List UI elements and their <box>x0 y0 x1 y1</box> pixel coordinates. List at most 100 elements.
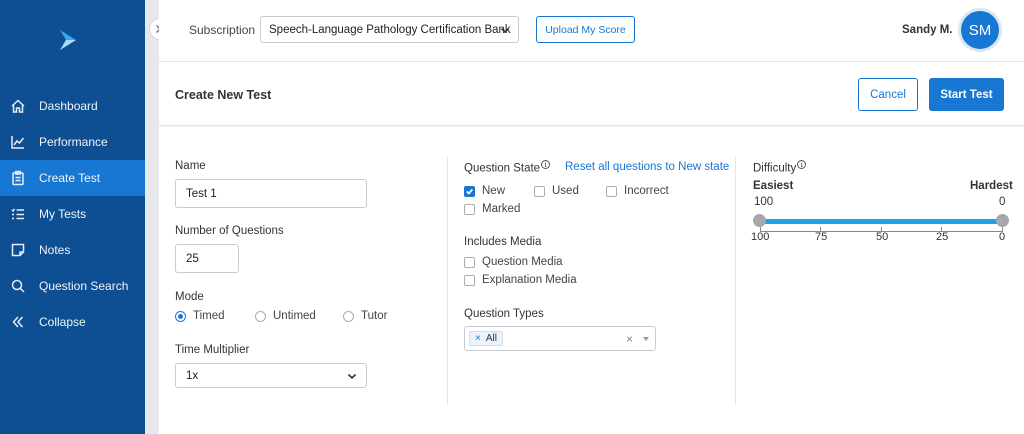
difficulty-easiest-label: Easiest <box>753 180 794 192</box>
subscription-label: Subscription <box>189 23 256 37</box>
mode-option-label: Timed <box>193 310 225 322</box>
checkbox-label: New <box>482 185 506 197</box>
checkbox-label: Used <box>552 185 579 197</box>
avatar[interactable]: SM <box>958 8 1002 52</box>
sidebar-item-collapse[interactable]: Collapse <box>0 304 145 340</box>
caret-down-icon <box>643 337 649 341</box>
sidebar-item-my-tests[interactable]: My Tests <box>0 196 145 232</box>
cancel-button[interactable]: Cancel <box>858 78 918 111</box>
sidebar-item-question-search[interactable]: Question Search <box>0 268 145 304</box>
mode-untimed-radio[interactable]: Untimed <box>255 310 316 322</box>
name-value: Test 1 <box>186 187 217 200</box>
scale-tick-label: 100 <box>751 231 770 243</box>
scale-tick-label: 75 <box>815 231 828 243</box>
info-icon[interactable]: i <box>797 160 807 169</box>
sidebar-item-label: Notes <box>39 243 71 257</box>
name-input[interactable]: Test 1 <box>175 179 367 208</box>
start-test-button[interactable]: Start Test <box>929 78 1004 111</box>
difficulty-slider-max-handle[interactable] <box>996 214 1009 227</box>
state-new-checkbox[interactable]: New <box>464 185 505 197</box>
checkbox-unchecked-icon <box>464 274 475 286</box>
question-state-label: Question State i <box>464 160 551 174</box>
state-incorrect-checkbox[interactable]: Incorrect <box>606 185 669 197</box>
num-questions-input[interactable]: 25 <box>175 244 239 273</box>
difficulty-label: Difficulty i <box>753 160 807 174</box>
sidebar: Dashboard Performance Create Test My Tes… <box>0 0 145 434</box>
num-questions-label: Number of Questions <box>175 225 284 237</box>
sidebar-item-dashboard[interactable]: Dashboard <box>0 88 145 124</box>
line-chart-icon <box>10 134 26 150</box>
user-name: Sandy M. <box>902 24 953 36</box>
upload-score-button[interactable]: Upload My Score <box>536 16 635 43</box>
mode-option-label: Untimed <box>273 310 316 322</box>
mode-timed-radio[interactable]: Timed <box>175 310 225 322</box>
create-test-form: Name Test 1 Number of Questions 25 Mode … <box>159 127 1024 434</box>
mode-tutor-radio[interactable]: Tutor <box>343 310 387 322</box>
radio-checked-icon <box>175 310 186 322</box>
home-icon <box>10 98 26 114</box>
checkbox-label: Question Media <box>482 256 563 268</box>
difficulty-slider-min-handle[interactable] <box>753 214 766 227</box>
explanation-media-checkbox[interactable]: Explanation Media <box>464 274 577 286</box>
column-divider <box>735 157 736 405</box>
sidebar-item-notes[interactable]: Notes <box>0 232 145 268</box>
subscription-value: Speech-Language Pathology Certification … <box>269 23 511 36</box>
info-icon[interactable]: i <box>541 160 551 169</box>
reset-questions-link[interactable]: Reset all questions to New state <box>565 161 729 173</box>
num-questions-value: 25 <box>186 252 199 265</box>
checkbox-label: Marked <box>482 203 521 215</box>
name-label: Name <box>175 160 206 172</box>
sidebar-item-label: Dashboard <box>39 99 98 113</box>
state-used-checkbox[interactable]: Used <box>534 185 579 197</box>
column-divider <box>447 157 448 405</box>
double-chevron-left-icon <box>10 314 26 330</box>
top-header: Subscription Speech-Language Pathology C… <box>159 0 1024 62</box>
question-types-select[interactable]: × All × <box>464 326 656 351</box>
time-multiplier-value: 1x <box>186 369 199 382</box>
list-icon <box>10 206 26 222</box>
checkbox-label: Incorrect <box>624 185 669 197</box>
checkbox-label: Explanation Media <box>482 274 577 286</box>
question-type-tag: × All <box>469 331 503 346</box>
subscription-select[interactable]: Speech-Language Pathology Certification … <box>260 16 519 43</box>
clipboard-icon <box>10 170 26 186</box>
sidebar-nav: Dashboard Performance Create Test My Tes… <box>0 88 145 340</box>
checkbox-unchecked-icon <box>534 185 545 197</box>
checkbox-unchecked-icon <box>464 256 475 268</box>
question-types-label: Question Types <box>464 308 544 320</box>
chevron-down-icon <box>347 371 357 384</box>
sidebar-item-label: Question Search <box>39 279 129 293</box>
chevron-down-icon <box>500 25 510 38</box>
sidebar-edge <box>145 0 159 434</box>
checkbox-checked-icon <box>464 185 475 197</box>
search-icon <box>10 278 26 294</box>
note-icon <box>10 242 26 258</box>
page-toolbar: Create New Test Cancel Start Test <box>159 62 1024 126</box>
sidebar-item-label: Performance <box>39 135 108 149</box>
page-title: Create New Test <box>175 88 272 102</box>
time-multiplier-select[interactable]: 1x <box>175 363 367 388</box>
question-media-checkbox[interactable]: Question Media <box>464 256 563 268</box>
logo-icon <box>60 30 76 50</box>
checkbox-unchecked-icon <box>464 203 475 215</box>
scale-tick-label: 0 <box>999 231 1006 243</box>
sidebar-item-label: Collapse <box>39 315 86 329</box>
difficulty-max-value: 0 <box>999 196 1006 208</box>
mode-label: Mode <box>175 291 204 303</box>
sidebar-item-label: My Tests <box>39 207 87 221</box>
difficulty-slider-track[interactable] <box>759 219 1002 224</box>
state-marked-checkbox[interactable]: Marked <box>464 203 520 215</box>
mode-option-label: Tutor <box>361 310 388 322</box>
sidebar-item-create-test[interactable]: Create Test <box>0 160 145 196</box>
time-multiplier-label: Time Multiplier <box>175 344 250 356</box>
sidebar-item-performance[interactable]: Performance <box>0 124 145 160</box>
includes-media-label: Includes Media <box>464 236 542 248</box>
scale-tick-label: 50 <box>876 231 889 243</box>
sidebar-item-label: Create Test <box>39 171 101 185</box>
difficulty-min-value: 100 <box>754 196 774 208</box>
clear-icon[interactable]: × <box>626 332 633 346</box>
radio-unchecked-icon <box>255 310 266 322</box>
difficulty-hardest-label: Hardest <box>970 180 1013 192</box>
remove-tag-icon[interactable]: × <box>475 333 481 344</box>
question-type-tag-label: All <box>485 333 497 344</box>
